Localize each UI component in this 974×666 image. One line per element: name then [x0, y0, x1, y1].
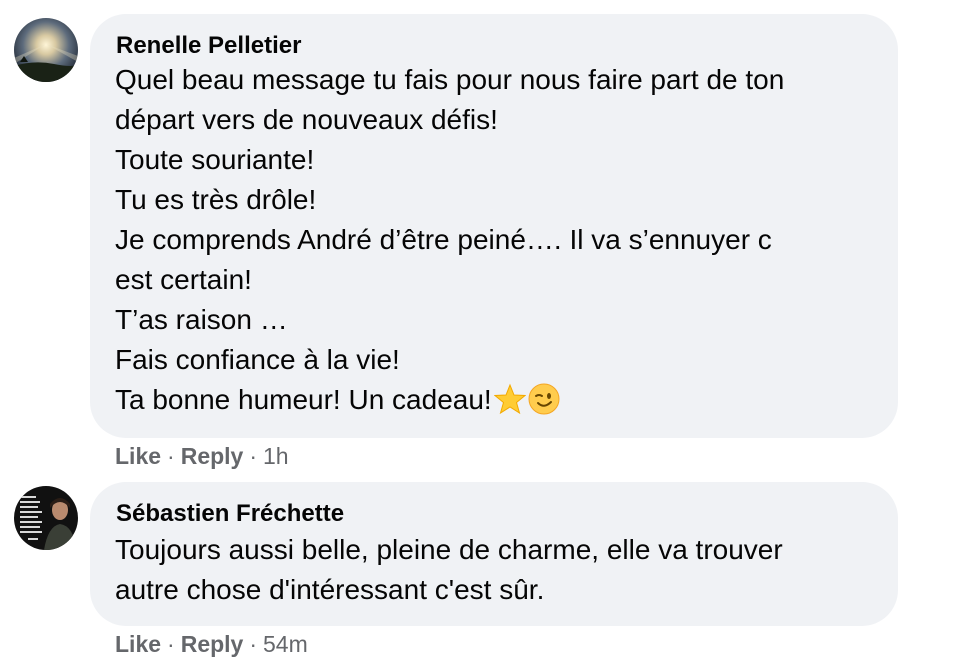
comment-line: Quel beau message tu fais pour nous fair… [115, 64, 785, 95]
comment-last-line: Ta bonne humeur! Un cadeau! [115, 380, 784, 426]
comment-line: Tu es très drôle! [115, 184, 317, 215]
separator: · [167, 631, 175, 657]
comment-bubble: Renelle Pelletier Quel beau message tu f… [90, 14, 898, 438]
star-emoji-icon [493, 383, 527, 426]
winking-face-emoji-icon [528, 383, 560, 426]
comment-line: autre chose d'intéressant c'est sûr. [115, 574, 545, 605]
comment-line: départ vers de nouveaux défis! [115, 104, 498, 135]
comment-bubble: Sébastien Fréchette Toujours aussi belle… [90, 482, 898, 626]
comment-line: Je comprends André d’être peiné…. Il va … [115, 224, 772, 255]
quote-poster-avatar-icon [14, 486, 78, 550]
like-button[interactable]: Like [115, 631, 161, 657]
sunset-sky-avatar-icon [14, 18, 78, 82]
comment-line: est certain! [115, 264, 252, 295]
comment-line: Toujours aussi belle, pleine de charme, … [115, 534, 783, 565]
comment-text: Quel beau message tu fais pour nous fair… [115, 60, 784, 426]
comment-text: Toujours aussi belle, pleine de charme, … [115, 530, 783, 610]
comment-actions: Like · Reply · 54m [115, 631, 308, 658]
comment-timestamp[interactable]: 54m [263, 631, 308, 657]
comment-line: Ta bonne humeur! Un cadeau! [115, 384, 492, 415]
like-button[interactable]: Like [115, 443, 161, 469]
comment-author[interactable]: Renelle Pelletier [116, 32, 301, 60]
comment-line: Toute souriante! [115, 144, 315, 175]
avatar[interactable] [14, 486, 78, 550]
reply-button[interactable]: Reply [181, 631, 244, 657]
comment-line: Fais confiance à la vie! [115, 344, 400, 375]
avatar[interactable] [14, 18, 78, 82]
separator: · [249, 443, 258, 469]
reply-button[interactable]: Reply [181, 443, 244, 469]
separator: · [167, 443, 175, 469]
separator: · [249, 631, 258, 657]
comment-timestamp[interactable]: 1h [263, 443, 289, 469]
comment-line: T’as raison … [115, 304, 288, 335]
comment-author[interactable]: Sébastien Fréchette [116, 500, 344, 528]
comment-actions: Like · Reply · 1h [115, 443, 289, 470]
